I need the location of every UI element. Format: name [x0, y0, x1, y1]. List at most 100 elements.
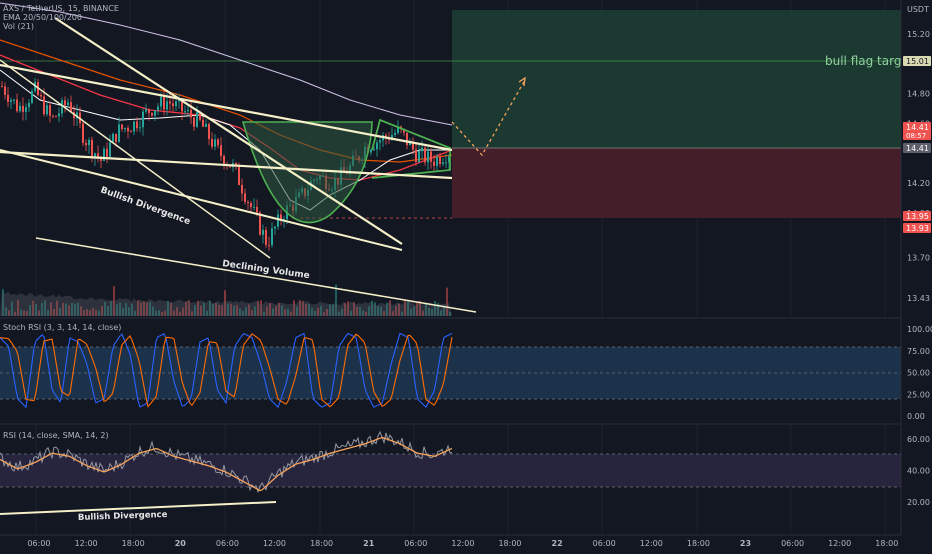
candle-body: [118, 124, 120, 142]
candle-body: [172, 103, 174, 107]
time-tick-label: 12:00: [75, 539, 98, 548]
time-tick-label: 20: [175, 539, 187, 548]
time-tick-label: 06:00: [216, 539, 239, 548]
candle-body: [196, 112, 198, 127]
candle-body: [169, 101, 171, 104]
candle-body: [394, 132, 396, 135]
price-tag-value: 15.01: [906, 57, 929, 66]
candle-body: [370, 150, 372, 153]
candle-body: [31, 90, 33, 103]
candle-body: [43, 96, 45, 115]
candle-body: [250, 203, 252, 208]
candle-body: [1, 86, 3, 88]
candle-body: [130, 131, 132, 133]
chart-stage[interactable]: bull flag target Bullish Divergence Decl…: [0, 0, 932, 550]
candle-body: [145, 109, 147, 112]
candle-body: [379, 140, 381, 143]
vol-legend[interactable]: Vol (21): [3, 22, 119, 31]
time-tick-label: 06:00: [781, 539, 804, 548]
candle-body: [238, 166, 240, 185]
candle-body: [376, 142, 378, 150]
candle-body: [424, 147, 426, 163]
trading-chart-svg[interactable]: bull flag target Bullish Divergence Decl…: [0, 0, 932, 550]
candle-body: [49, 105, 51, 116]
candle-body: [184, 111, 186, 113]
candle-body: [418, 151, 420, 163]
candle-body: [28, 102, 30, 108]
candle-body: [82, 123, 84, 143]
candle-body: [217, 139, 219, 146]
trendline-upper: [0, 63, 453, 152]
candle-body: [142, 111, 144, 128]
candle-body: [127, 127, 129, 132]
candle-body: [151, 112, 153, 116]
candle-body: [439, 156, 441, 165]
time-tick-label: 06:00: [593, 539, 616, 548]
candle-body: [187, 109, 189, 112]
bull-flag-outline: [371, 118, 451, 179]
ema-20-line: [0, 69, 452, 211]
price-tag-value: 13.95: [906, 212, 929, 221]
candle-body: [163, 96, 165, 110]
candle-body: [46, 105, 48, 115]
bullish-divergence-price-label: Bullish Divergence: [99, 185, 191, 227]
candle-body: [442, 162, 444, 165]
candle-body: [16, 99, 18, 112]
candle-body: [4, 86, 6, 95]
stoch-tick-label: 0.00: [907, 412, 925, 421]
stoch-legend[interactable]: Stoch RSI (3, 3, 14, 14, close): [3, 323, 121, 332]
candle-body: [106, 148, 108, 157]
candle-body: [121, 124, 123, 130]
time-tick-label: 06:00: [404, 539, 427, 548]
candle-body: [190, 109, 192, 118]
candle-body: [115, 133, 117, 142]
volume-bars: [0, 284, 452, 316]
stop-zone: [452, 148, 901, 218]
candle-body: [277, 214, 279, 227]
candle-body: [133, 121, 135, 132]
candle-body: [436, 156, 438, 166]
declining-volume-label: Declining Volume: [222, 259, 311, 281]
bullish-divergence-rsi-label: Bullish Divergence: [78, 510, 168, 523]
candle-body: [7, 94, 9, 102]
candle-body: [271, 228, 273, 246]
candle-body: [208, 123, 210, 139]
time-tick-label: 18:00: [498, 539, 521, 548]
candle-body: [166, 101, 168, 110]
ema-legend[interactable]: EMA 20/50/100/200: [3, 13, 119, 22]
candle-body: [445, 162, 447, 164]
stoch-tick-label: 50.00: [907, 369, 930, 378]
price-tick-label: 14.80: [907, 90, 930, 99]
candle-body: [433, 161, 435, 166]
candle-body: [160, 96, 162, 107]
candle-body: [10, 99, 12, 102]
candle-body: [244, 193, 246, 202]
candle-body: [241, 184, 243, 194]
candle-body: [148, 109, 150, 113]
time-axis: 06:00 12:00 18:00 20 06:00 12:00 18:00 21 06:00 1…: [27, 539, 898, 548]
time-tick-label: 18:00: [687, 539, 710, 548]
price-tick-label: 13.43: [907, 294, 930, 303]
price-tag-value: 14.41: [906, 144, 929, 153]
candle-body: [154, 110, 156, 116]
candle-body: [13, 99, 15, 101]
candle-body: [124, 127, 126, 130]
price-tag-value: 13.93: [906, 224, 929, 233]
candle-body: [202, 119, 204, 127]
candle-body: [223, 155, 225, 166]
candle-body: [268, 244, 270, 246]
rsi-legend[interactable]: RSI (14, close, SMA, 14, 2): [3, 431, 109, 440]
candle-body: [220, 145, 222, 156]
symbol-title[interactable]: AXS / TetherUS, 15, BINANCE: [3, 4, 119, 13]
symbol-legend[interactable]: AXS / TetherUS, 15, BINANCE EMA 20/50/10…: [3, 4, 119, 31]
trendline-middle: [0, 150, 453, 180]
candle-body: [421, 147, 423, 152]
candle-body: [253, 206, 255, 208]
rsi-tick-label: 40.00: [907, 467, 930, 476]
candle-body: [211, 138, 213, 147]
candle-body: [97, 153, 99, 158]
candle-body: [22, 105, 24, 112]
candle-body: [256, 206, 258, 213]
rsi-tick-label: 60.00: [907, 435, 930, 444]
candle-body: [136, 121, 138, 129]
